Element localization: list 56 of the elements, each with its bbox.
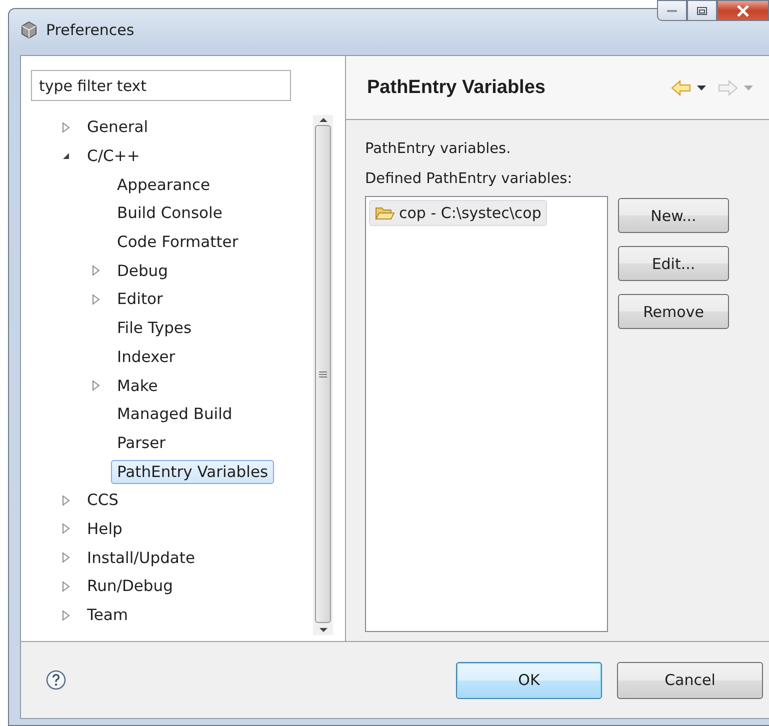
expand-arrow-icon[interactable]: [62, 523, 70, 534]
maximize-button[interactable]: [687, 0, 717, 21]
close-button[interactable]: [717, 0, 769, 21]
action-button[interactable]: New...: [618, 198, 729, 233]
tree-item[interactable]: Appearance: [111, 172, 216, 197]
tree-item[interactable]: Code Formatter: [111, 230, 244, 254]
minimize-icon: [666, 8, 678, 12]
folder-icon: [375, 206, 395, 220]
list-label: Defined PathEntry variables:: [365, 170, 574, 189]
tree-item[interactable]: C/C++: [81, 144, 146, 168]
tree-item[interactable]: CCS: [81, 488, 124, 512]
expand-arrow-icon[interactable]: [62, 580, 70, 592]
page-title: PathEntry Variables: [367, 76, 546, 98]
expand-arrow-icon[interactable]: [92, 380, 100, 392]
action-button[interactable]: Edit...: [618, 246, 729, 281]
scrollbar[interactable]: [313, 115, 333, 635]
tree-item[interactable]: Debug: [111, 258, 174, 283]
description-text: PathEntry variables.: [365, 140, 512, 159]
ok-button[interactable]: OK: [456, 662, 602, 698]
cube-icon: [20, 21, 38, 39]
tree-item[interactable]: Parser: [111, 430, 172, 455]
action-button[interactable]: Remove: [618, 294, 729, 329]
expand-arrow-icon[interactable]: [62, 494, 70, 506]
variable-label: cop - C:\systec\cop: [399, 204, 542, 222]
tree-item[interactable]: PathEntry Variables: [111, 460, 274, 484]
tree-item[interactable]: Team: [81, 603, 134, 628]
variables-list[interactable]: cop - C:\systec\cop: [365, 196, 608, 632]
expand-arrow-icon[interactable]: [62, 610, 70, 621]
collapse-arrow-icon[interactable]: [62, 152, 70, 160]
caret-icon[interactable]: [697, 84, 706, 90]
expand-arrow-icon[interactable]: [62, 552, 70, 564]
tree-item[interactable]: Indexer: [111, 344, 182, 369]
close-icon: [736, 4, 750, 16]
maximize-icon: [696, 6, 708, 16]
cancel-button[interactable]: Cancel: [617, 662, 763, 698]
variable-item[interactable]: cop - C:\systec\cop: [369, 200, 548, 226]
window-title: Preferences: [46, 21, 134, 39]
tree-item[interactable]: File Types: [111, 316, 198, 340]
tree-item[interactable]: Make: [111, 374, 164, 398]
expand-arrow-icon[interactable]: [92, 294, 100, 305]
scroll-up-icon[interactable]: [318, 117, 328, 123]
minimize-button[interactable]: [657, 0, 687, 21]
tree-item[interactable]: General: [81, 115, 154, 140]
tree-item[interactable]: Managed Build: [111, 402, 238, 426]
tree-item[interactable]: Editor: [111, 287, 169, 312]
grip-icon: [319, 370, 327, 378]
expand-arrow-icon[interactable]: [62, 122, 70, 133]
scroll-down-icon[interactable]: [318, 627, 328, 633]
help-icon[interactable]: [46, 670, 66, 690]
filter-field[interactable]: type filter text: [31, 70, 291, 101]
tree-item[interactable]: Build Console: [111, 201, 228, 226]
tree-item[interactable]: Run/Debug: [81, 574, 179, 598]
expand-arrow-icon[interactable]: [92, 265, 100, 276]
tree-item[interactable]: Help: [81, 516, 128, 541]
left-arrow-icon[interactable]: [671, 80, 691, 96]
tree-item[interactable]: Install/Update: [81, 546, 202, 570]
